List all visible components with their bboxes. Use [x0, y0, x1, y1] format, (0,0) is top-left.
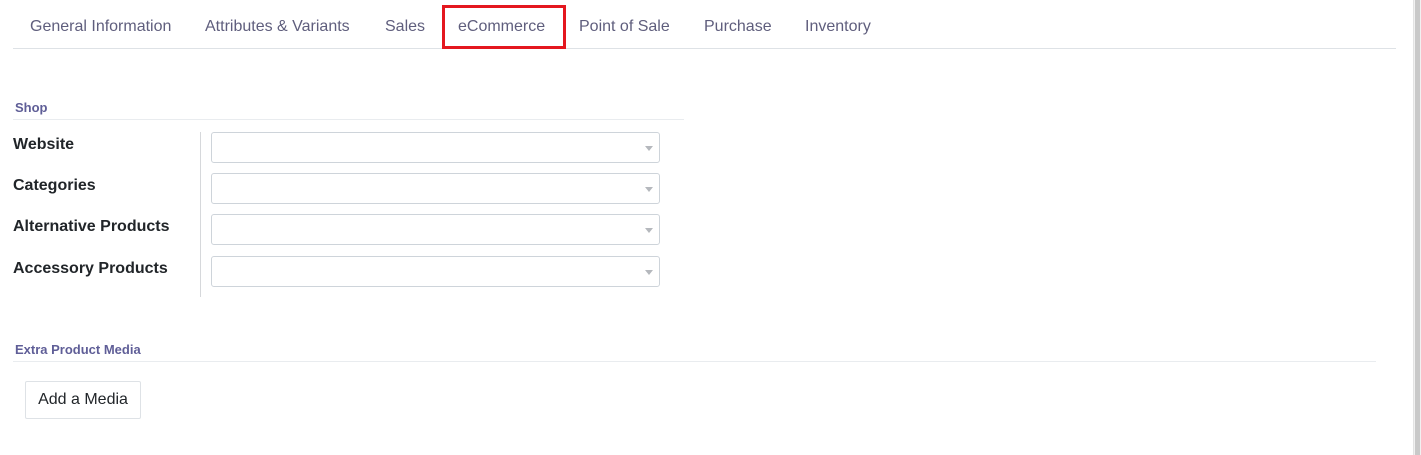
- media-group-divider: [13, 361, 1376, 362]
- categories-select[interactable]: [211, 173, 660, 204]
- tab-inventory[interactable]: Inventory: [805, 16, 871, 38]
- product-tabs: General Information Attributes & Variant…: [13, 0, 1396, 49]
- tab-purchase[interactable]: Purchase: [704, 16, 772, 38]
- add-media-button[interactable]: Add a Media: [25, 381, 141, 419]
- chevron-down-icon: [645, 228, 653, 233]
- shop-group-divider: [13, 119, 684, 120]
- alternative-products-label: Alternative Products: [13, 218, 170, 235]
- extra-product-media-title: Extra Product Media: [15, 342, 141, 357]
- tab-point-of-sale[interactable]: Point of Sale: [579, 16, 670, 38]
- vertical-scrollbar[interactable]: [1413, 0, 1421, 455]
- shop-group-title: Shop: [15, 100, 48, 115]
- label-column-divider: [200, 132, 201, 297]
- website-label: Website: [13, 136, 75, 153]
- chevron-down-icon: [645, 187, 653, 192]
- chevron-down-icon: [645, 146, 653, 151]
- alternative-products-select[interactable]: [211, 214, 660, 245]
- categories-label: Categories: [13, 177, 96, 194]
- chevron-down-icon: [645, 270, 653, 275]
- website-select[interactable]: [211, 132, 660, 163]
- accessory-products-select[interactable]: [211, 256, 660, 287]
- active-tab-highlight-box: [442, 5, 566, 49]
- tab-sales[interactable]: Sales: [385, 16, 425, 38]
- tab-general-information[interactable]: General Information: [30, 16, 171, 38]
- tab-attributes-variants[interactable]: Attributes & Variants: [205, 16, 350, 38]
- accessory-products-label: Accessory Products: [13, 260, 168, 277]
- scrollbar-thumb[interactable]: [1415, 0, 1420, 455]
